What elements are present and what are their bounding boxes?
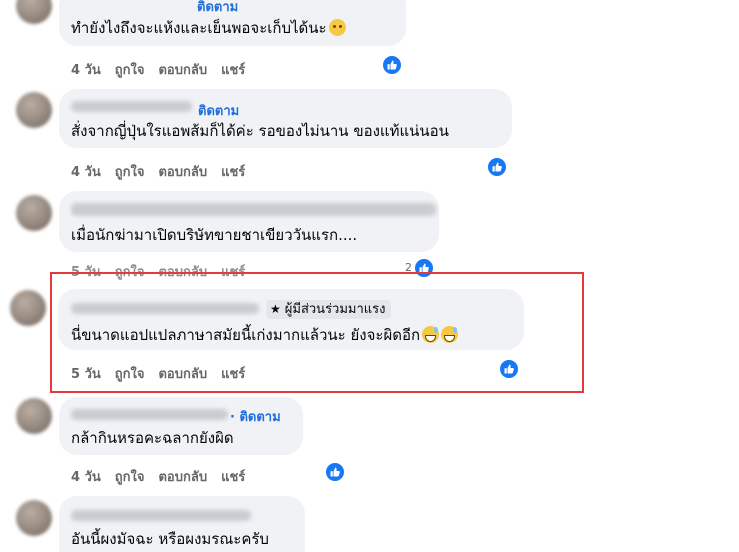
avatar[interactable] [16,500,52,536]
follow-link[interactable]: ติดตาม [197,0,238,17]
thumbs-up-icon[interactable] [486,156,508,178]
avatar[interactable] [16,195,52,231]
comment-text: สั่งจากญี่ปุ่นใรแอพส้มก็ได้ค่ะ รอของไม่น… [71,122,449,140]
follow-link[interactable]: ติดตาม [198,100,239,121]
author-name[interactable] [71,101,192,112]
share-button[interactable]: แชร์ [221,466,245,487]
timestamp[interactable]: 4 วัน [71,161,101,182]
avatar[interactable] [10,290,46,326]
highlight-frame [50,272,584,393]
thumbs-up-icon[interactable] [324,461,346,483]
comment-actions: 4 วัน ถูกใจ ตอบกลับ แชร์ [71,466,259,487]
follow-link[interactable]: · ติดตาม [230,406,281,427]
crying-face-icon [328,19,346,36]
comment-text: ทำยังไงถึงจะแห้งและเย็นพอจะเก็บได้นะ [71,18,346,38]
avatar[interactable] [16,0,52,24]
reply-button[interactable]: ตอบกลับ [158,161,207,182]
comment-actions: 4 วัน ถูกใจ ตอบกลับ แชร์ [71,59,259,80]
share-button[interactable]: แชร์ [221,161,245,182]
comment-actions: 4 วัน ถูกใจ ตอบกลับ แชร์ [71,161,259,182]
like-button[interactable]: ถูกใจ [115,161,145,182]
timestamp[interactable]: 4 วัน [71,466,101,487]
comment-text: เมื่อนักฆ่ามาเปิดบริษัทขายชาเขียววันแรก.… [71,226,358,244]
avatar[interactable] [16,398,52,434]
reply-button[interactable]: ตอบกลับ [158,466,207,487]
author-name[interactable] [71,510,251,521]
share-button[interactable]: แชร์ [221,59,245,80]
timestamp[interactable]: 4 วัน [71,59,101,80]
like-button[interactable]: ถูกใจ [115,59,145,80]
reply-button[interactable]: ตอบกลับ [158,59,207,80]
comment-text-content: ทำยังไงถึงจะแห้งและเย็นพอจะเก็บได้นะ [71,19,327,37]
comment-text: กล้ากินหรอคะฉลากยังผิด [71,429,234,447]
avatar[interactable] [16,92,52,128]
author-name[interactable] [71,203,436,216]
author-name[interactable] [71,409,228,420]
thumbs-up-icon[interactable] [381,54,403,76]
like-button[interactable]: ถูกใจ [115,466,145,487]
comment-text: อันนี้ผงมัจฉะ หรือผงมรณะครับ [71,530,269,548]
